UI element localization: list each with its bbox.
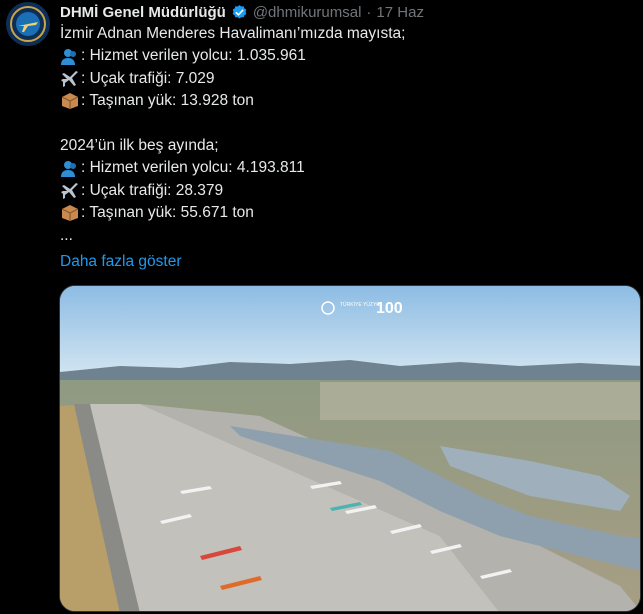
stat-text: : Uçak trafiği: 28.379 [81, 181, 224, 199]
show-more-link[interactable]: Daha fazla göster [60, 251, 182, 273]
intro-line: İzmir Adnan Menderes Havalimanı’mızda ma… [60, 25, 406, 42]
user-handle[interactable]: @dhmikurumsal [253, 4, 362, 21]
stat-line: : Uçak trafiği: 28.379 [60, 180, 630, 202]
airport-aerial-photo: TÜRKİYE YÜZYILI 100 [60, 286, 640, 611]
tweet-text: İzmir Adnan Menderes Havalimanı’mızda ma… [60, 23, 630, 273]
ellipsis: ... [60, 226, 73, 244]
stat-text: : Taşınan yük: 55.671 ton [81, 204, 254, 222]
passenger-icon [60, 160, 80, 178]
stat-line: : Hizmet verilen yolcu: 1.035.961 [60, 45, 630, 67]
tweet-header: DHMİ Genel Müdürlüğü @dhmikurumsal · 17 … [60, 2, 424, 22]
dhmi-emblem-icon [6, 2, 50, 46]
airplane-icon [60, 182, 80, 200]
stat-text: : Uçak trafiği: 7.029 [81, 69, 215, 87]
package-icon [60, 204, 80, 222]
stat-text: : Hizmet verilen yolcu: 4.193.811 [81, 159, 305, 177]
stat-text: : Taşınan yük: 13.928 ton [81, 92, 254, 110]
stat-line: : Taşınan yük: 55.671 ton [60, 202, 630, 224]
separator-dot: · [366, 3, 372, 21]
package-icon [60, 92, 80, 110]
passenger-icon [60, 48, 80, 66]
tweet-timestamp[interactable]: 17 Haz [376, 4, 424, 21]
verified-badge-icon[interactable] [231, 4, 248, 21]
stat-line: : Taşınan yük: 13.928 ton [60, 90, 630, 112]
stat-line: : Hizmet verilen yolcu: 4.193.811 [60, 157, 630, 179]
airplane-icon [60, 70, 80, 88]
avatar[interactable] [6, 2, 50, 46]
display-name[interactable]: DHMİ Genel Müdürlüğü [60, 4, 226, 21]
watermark-right: 100 [376, 300, 403, 317]
stat-text: : Hizmet verilen yolcu: 1.035.961 [81, 47, 306, 65]
tweet-media-photo[interactable]: TÜRKİYE YÜZYILI 100 [59, 285, 641, 612]
stat-line: : Uçak trafiği: 7.029 [60, 68, 630, 90]
period-heading: 2024’ün ilk beş ayında; [60, 136, 219, 154]
